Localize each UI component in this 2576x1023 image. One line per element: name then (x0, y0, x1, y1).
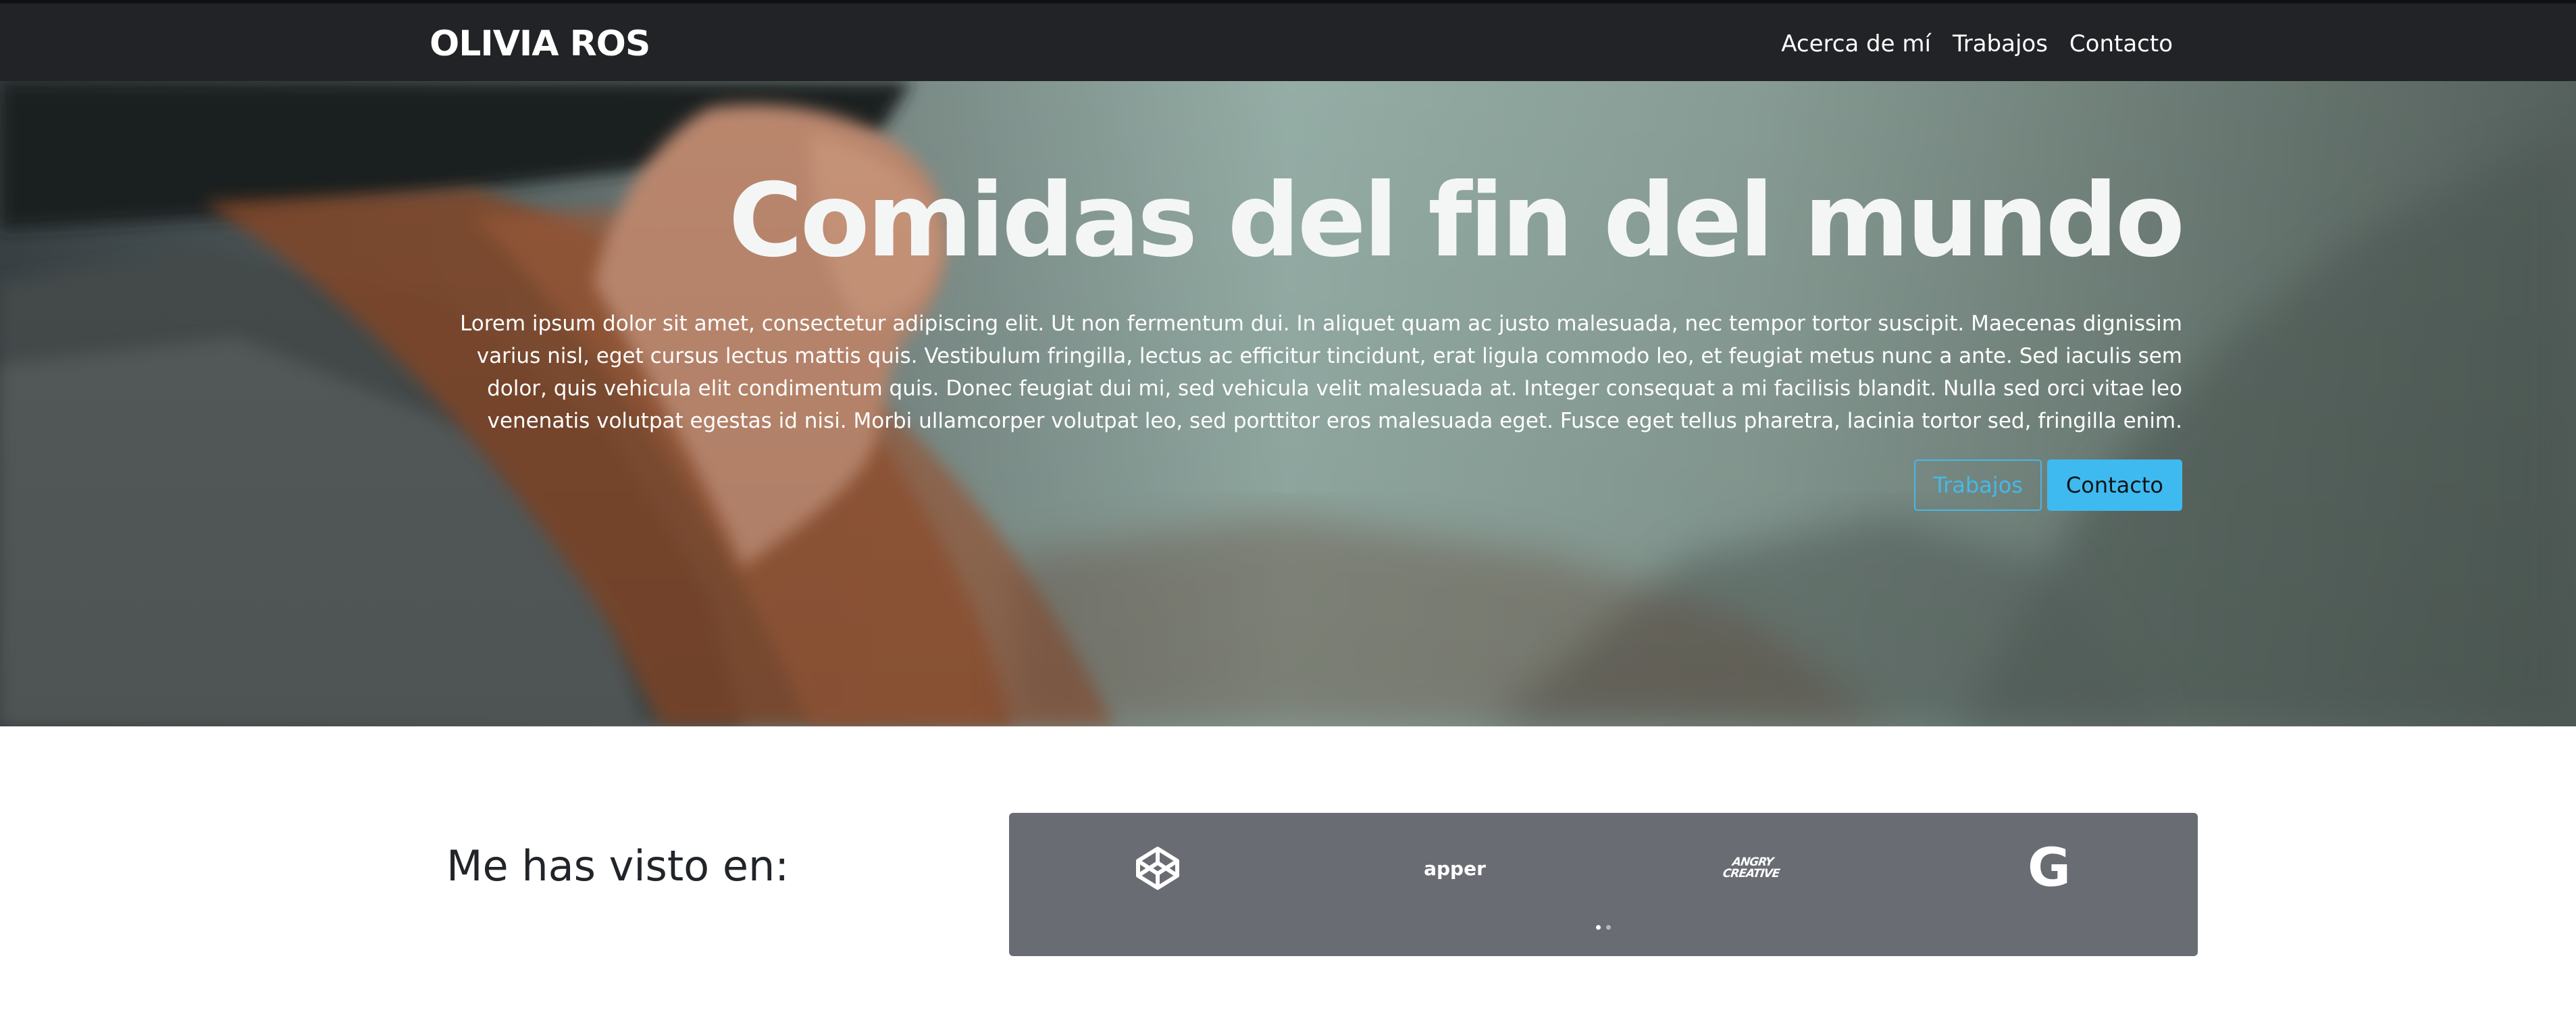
hero-title: Comidas del fin del mundo (728, 162, 2185, 280)
codepen-logo[interactable] (1104, 841, 1212, 895)
apper-logo-text: apper (1424, 857, 1486, 880)
carousel-indicator-2[interactable] (1606, 925, 1611, 930)
google-logo[interactable]: G (1995, 841, 2103, 895)
logo-carousel: apper ANGRY CREATIVE G (1009, 813, 2198, 956)
angry-creative-logo[interactable]: ANGRY CREATIVE (1698, 841, 1806, 895)
top-navbar: OLIVIA ROS Acerca de mí Trabajos Contact… (0, 0, 2576, 81)
hero-lead-text: Lorem ipsum dolor sit amet, consectetur … (460, 311, 2182, 433)
google-icon: G (2027, 838, 2071, 899)
brand-logo[interactable]: OLIVIA ROS (430, 24, 650, 64)
nav-links: Acerca de mí Trabajos Contacto (1781, 30, 2173, 57)
angry-creative-logo-text: ANGRY CREATIVE (1722, 855, 1782, 880)
hero-section: Comidas del fin del mundo Lorem ipsum do… (0, 81, 2576, 726)
hero-button-group: Trabajos Contacto (1914, 459, 2182, 511)
carousel-indicators (1009, 925, 2198, 930)
contact-button[interactable]: Contacto (2046, 459, 2182, 511)
codepen-icon (1136, 847, 1179, 890)
apper-logo[interactable]: apper (1401, 841, 1509, 895)
seen-on-heading: Me has visto en: (446, 841, 790, 891)
nav-link-works[interactable]: Trabajos (1953, 30, 2048, 57)
carousel-indicator-1[interactable] (1596, 925, 1601, 930)
nav-link-about[interactable]: Acerca de mí (1781, 30, 1931, 57)
angry-creative-line2: CREATIVE (1722, 867, 1780, 880)
works-button[interactable]: Trabajos (1914, 459, 2042, 511)
nav-link-contact[interactable]: Contacto (2069, 30, 2173, 57)
